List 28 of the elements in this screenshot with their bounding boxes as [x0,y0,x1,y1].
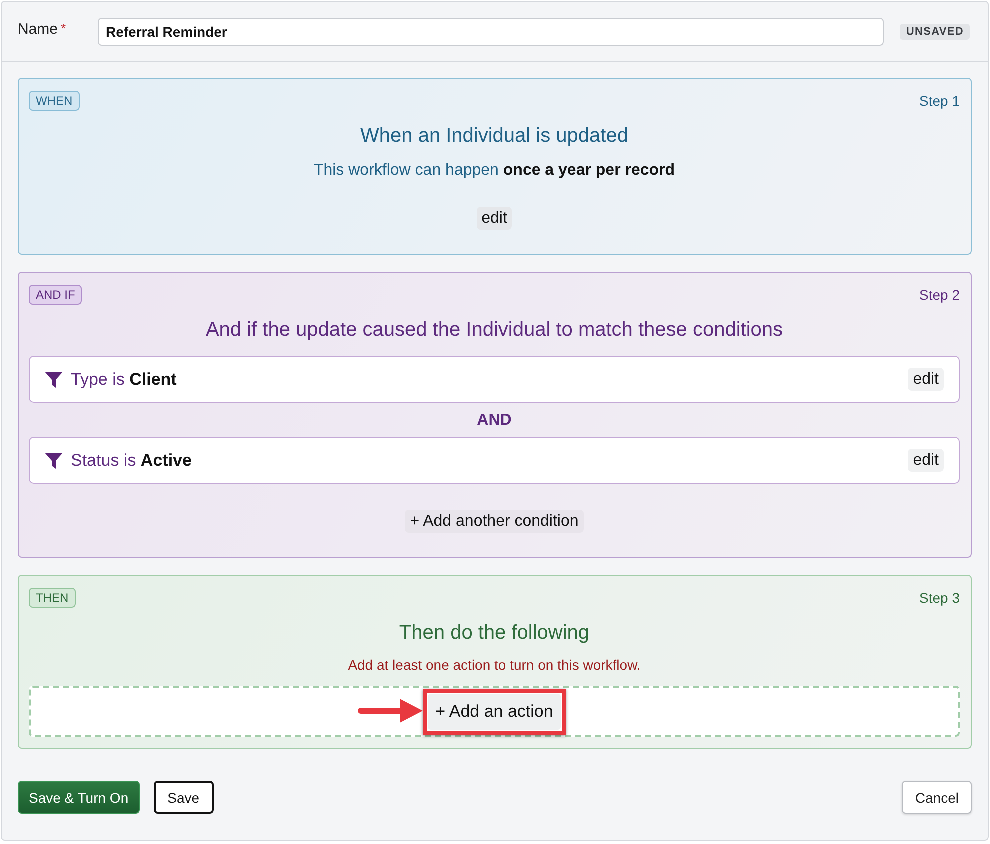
status-badge: UNSAVED [900,24,970,40]
step-badge: THEN [29,588,76,608]
secondary-button[interactable]: Save [154,781,214,814]
add-action-button[interactable]: + Add an action [428,694,562,730]
edit-button[interactable]: edit [908,368,944,391]
cancel-button[interactable]: Cancel [902,781,972,814]
filter-icon [45,372,63,388]
step-title: And if the update caused the Individual to match these conditions [204,318,784,343]
name-label: Name [18,21,58,38]
filter-icon [45,452,63,468]
edit-button[interactable]: edit [908,449,944,472]
condition-text: Type is Client [71,370,177,390]
add-condition-button[interactable]: + Add another condition [405,510,584,533]
primary-button[interactable]: Save & Turn On [18,781,140,814]
name-input[interactable]: Referral Reminder [98,18,884,46]
step-label: Step 1 [920,93,960,109]
and-separator: AND [476,411,513,431]
step-label: Step 2 [920,287,960,303]
required-mark: * [61,21,66,36]
warning-text: Add at least one action to turn on this workflow. [347,657,642,673]
step-title: When an Individual is updated [360,124,630,149]
step-badge: AND IF [29,285,82,305]
edit-button[interactable]: edit [476,207,512,230]
condition-text: Status is Active [71,450,192,470]
step-badge: WHEN [29,91,80,111]
step-label: Step 3 [920,590,960,606]
frequency-text: This workflow can happen once a year per record [312,162,676,180]
step-title: Then do the following [398,621,591,646]
